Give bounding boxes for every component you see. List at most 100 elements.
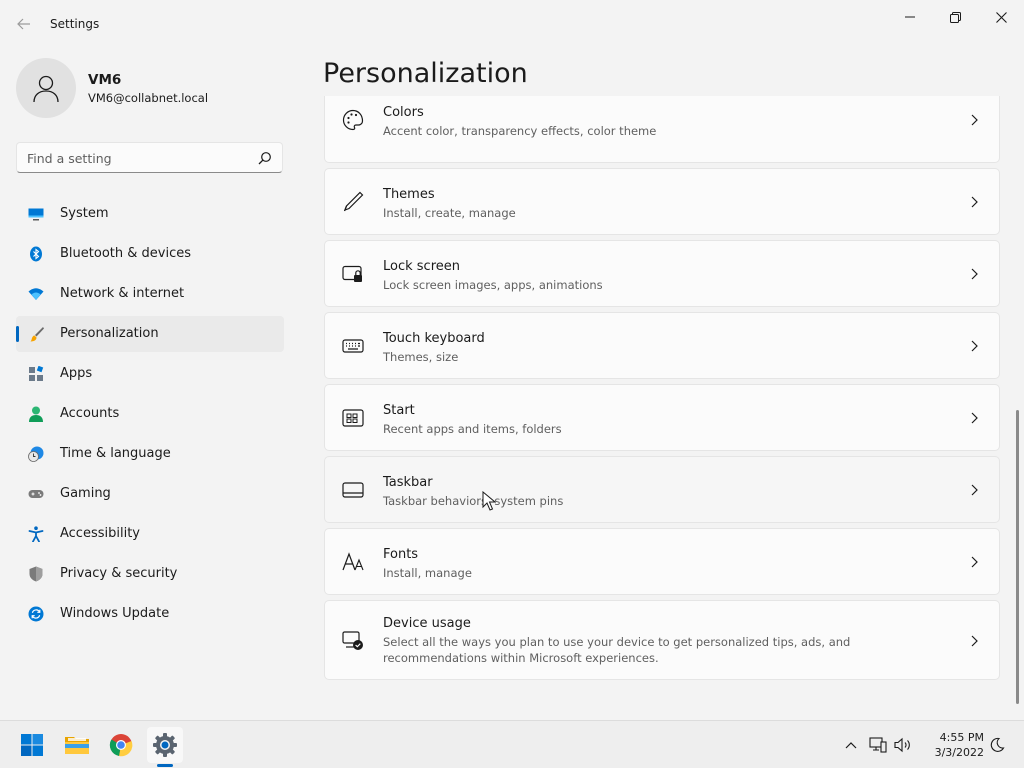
card-title: Taskbar	[383, 475, 433, 490]
card-title: Themes	[383, 187, 435, 202]
sidebar-item-privacy-security[interactable]: Privacy & security	[16, 556, 284, 592]
fonts-icon	[342, 552, 364, 571]
sidebar-item-label: Accounts	[60, 406, 120, 421]
sidebar-item-accessibility[interactable]: Accessibility	[16, 516, 284, 552]
sidebar-nav: System Bluetooth & devices Network & int…	[16, 196, 284, 636]
sidebar-item-label: Network & internet	[60, 286, 185, 301]
keyboard-icon	[342, 339, 364, 353]
search-box[interactable]	[16, 142, 283, 173]
user-email: VM6@collabnet.local	[88, 91, 209, 105]
card-subtitle: Taskbar behaviors, system pins	[383, 494, 564, 508]
restore-button[interactable]	[932, 2, 978, 32]
shield-icon	[29, 566, 43, 582]
search-input[interactable]	[27, 148, 252, 168]
user-name: VM6	[88, 72, 122, 88]
volume-icon	[894, 737, 910, 753]
window-title: Settings	[50, 17, 100, 31]
close-button[interactable]	[978, 2, 1024, 32]
card-subtitle: Recent apps and items, folders	[383, 422, 562, 436]
card-title: Fonts	[383, 547, 419, 562]
taskbar-clock[interactable]: 4:55 PM 3/3/2022	[920, 730, 984, 760]
gamepad-icon	[28, 490, 44, 498]
restore-icon	[949, 11, 961, 23]
card-taskbar[interactable]: Taskbar Taskbar behaviors, system pins	[324, 456, 1000, 523]
card-colors[interactable]: Colors Accent color, transparency effect…	[324, 96, 1000, 163]
scrollbar-thumb[interactable]	[1016, 410, 1019, 704]
chevron-right-icon	[971, 412, 978, 424]
card-subtitle: Themes, size	[383, 350, 459, 364]
taskbar: 4:55 PM 3/3/2022	[0, 720, 1024, 768]
taskbar-start-button[interactable]	[14, 727, 50, 763]
chevron-up-icon	[845, 742, 857, 749]
pen-icon	[343, 191, 364, 212]
sidebar-item-label: Privacy & security	[60, 566, 178, 581]
taskbar-settings[interactable]	[147, 727, 183, 763]
chevron-right-icon	[971, 196, 978, 208]
card-fonts[interactable]: Fonts Install, manage	[324, 528, 1000, 595]
network-icon	[869, 737, 887, 753]
system-icon	[28, 208, 44, 221]
active-app-indicator	[157, 764, 173, 767]
card-title: Start	[383, 403, 415, 418]
minimize-button[interactable]	[887, 2, 933, 32]
network-tray-button[interactable]	[868, 735, 888, 755]
avatar[interactable]	[16, 58, 76, 118]
clock-time: 4:55 PM	[939, 731, 984, 744]
card-device-usage[interactable]: Device usage Select all the ways you pla…	[324, 600, 1000, 680]
card-touch-keyboard[interactable]: Touch keyboard Themes, size	[324, 312, 1000, 379]
file-explorer-icon	[65, 737, 89, 754]
windows-start-icon	[21, 734, 43, 756]
taskbar-file-explorer[interactable]	[59, 727, 95, 763]
card-themes[interactable]: Themes Install, create, manage	[324, 168, 1000, 235]
card-title: Device usage	[383, 616, 471, 631]
mouse-cursor-icon	[482, 491, 496, 511]
card-subtitle: Lock screen images, apps, animations	[383, 278, 603, 292]
card-subtitle: Install, create, manage	[383, 206, 516, 220]
moon-icon	[990, 737, 1005, 752]
focus-assist-button[interactable]	[987, 735, 1007, 755]
chevron-right-icon	[971, 635, 978, 647]
minimize-icon	[905, 16, 915, 18]
sidebar-item-system[interactable]: System	[16, 196, 284, 232]
card-start[interactable]: Start Recent apps and items, folders	[324, 384, 1000, 451]
sidebar-item-label: Time & language	[60, 446, 171, 461]
chevron-right-icon	[971, 340, 978, 352]
volume-tray-button[interactable]	[893, 735, 913, 755]
sidebar-item-network[interactable]: Network & internet	[16, 276, 284, 312]
back-button[interactable]	[10, 12, 38, 36]
sidebar-item-label: Windows Update	[60, 606, 170, 621]
card-lock-screen[interactable]: Lock screen Lock screen images, apps, an…	[324, 240, 1000, 307]
card-subtitle: Select all the ways you plan to use your…	[383, 635, 851, 665]
chevron-right-icon	[971, 114, 978, 126]
settings-icon	[153, 733, 177, 757]
sidebar-item-bluetooth[interactable]: Bluetooth & devices	[16, 236, 284, 272]
sidebar-item-label: Accessibility	[60, 526, 140, 541]
page-title: Personalization	[323, 58, 528, 89]
device-usage-icon	[342, 631, 363, 650]
sidebar-item-label: Personalization	[60, 326, 159, 341]
card-title: Touch keyboard	[383, 331, 485, 346]
show-hidden-icons-button[interactable]	[841, 735, 861, 755]
sidebar-item-windows-update[interactable]: Windows Update	[16, 596, 284, 632]
chevron-right-icon	[971, 268, 978, 280]
taskbar-icon	[342, 482, 364, 498]
clock-globe-icon	[28, 446, 44, 462]
sidebar-item-label: Gaming	[60, 486, 111, 501]
taskbar-chrome[interactable]	[103, 727, 139, 763]
brush-icon	[30, 327, 44, 342]
chevron-right-icon	[971, 556, 978, 568]
apps-icon	[29, 366, 44, 381]
sidebar-item-gaming[interactable]: Gaming	[16, 476, 284, 512]
sidebar-item-personalization[interactable]: Personalization	[16, 316, 284, 352]
sidebar-item-time-language[interactable]: Time & language	[16, 436, 284, 472]
palette-icon	[342, 109, 364, 131]
sidebar-item-accounts[interactable]: Accounts	[16, 396, 284, 432]
title-bar: Settings	[0, 0, 1024, 48]
sidebar-item-label: Bluetooth & devices	[60, 246, 191, 261]
sidebar-item-apps[interactable]: Apps	[16, 356, 284, 392]
card-title: Colors	[383, 105, 424, 120]
start-icon	[342, 409, 364, 427]
search-icon[interactable]	[258, 151, 272, 165]
sidebar-item-label: System	[60, 206, 109, 221]
back-arrow-icon	[17, 18, 30, 30]
